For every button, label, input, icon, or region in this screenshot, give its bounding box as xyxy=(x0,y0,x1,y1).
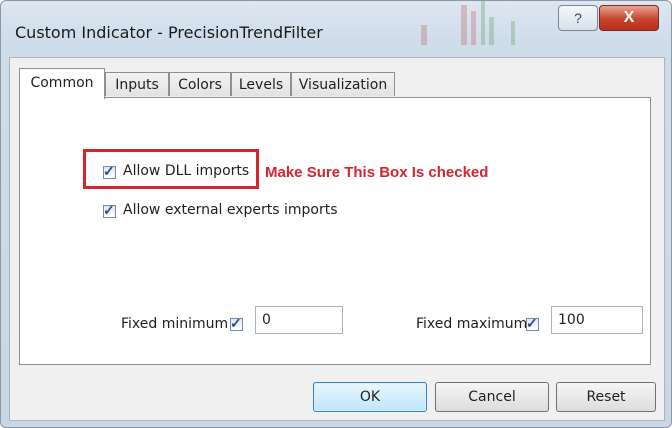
checkmark-icon: ✓ xyxy=(526,315,538,331)
close-button[interactable]: X xyxy=(599,5,659,31)
ok-button[interactable]: OK xyxy=(313,382,427,412)
fixed-minimum-checkbox[interactable]: ✓ xyxy=(230,315,243,331)
fixed-maximum-input[interactable]: 100 xyxy=(551,306,643,334)
allow-dll-checkbox[interactable]: ✓ xyxy=(103,163,116,179)
help-button[interactable]: ? xyxy=(558,5,598,31)
fixed-minimum-label: Fixed minimum xyxy=(121,316,229,332)
checkmark-icon: ✓ xyxy=(103,163,115,179)
fixed-maximum-label: Fixed maximum xyxy=(416,316,528,332)
tab-inputs[interactable]: Inputs xyxy=(105,72,169,96)
help-icon: ? xyxy=(574,10,582,26)
allow-external-experts-checkbox[interactable]: ✓ xyxy=(103,202,116,218)
tab-colors[interactable]: Colors xyxy=(169,72,231,96)
allow-dll-label: Allow DLL imports xyxy=(123,163,250,179)
checkmark-icon: ✓ xyxy=(103,202,115,218)
background-chart-decoration xyxy=(421,1,515,45)
fixed-minimum-input[interactable]: 0 xyxy=(255,306,343,334)
close-icon: X xyxy=(623,9,635,26)
checkmark-icon: ✓ xyxy=(230,315,242,331)
window-title: Custom Indicator - PrecisionTrendFilter xyxy=(15,23,323,42)
title-bar[interactable]: Custom Indicator - PrecisionTrendFilter … xyxy=(1,1,671,49)
cancel-button[interactable]: Cancel xyxy=(435,382,549,412)
tab-visualization[interactable]: Visualization xyxy=(291,72,395,96)
annotation-text: Make Sure This Box Is checked xyxy=(265,164,489,181)
tab-levels[interactable]: Levels xyxy=(231,72,291,96)
tab-common[interactable]: Common xyxy=(19,68,105,99)
dialog-window: Custom Indicator - PrecisionTrendFilter … xyxy=(0,0,672,428)
reset-button[interactable]: Reset xyxy=(556,382,656,412)
fixed-maximum-checkbox[interactable]: ✓ xyxy=(526,315,539,331)
allow-external-experts-label: Allow external experts imports xyxy=(123,202,338,218)
